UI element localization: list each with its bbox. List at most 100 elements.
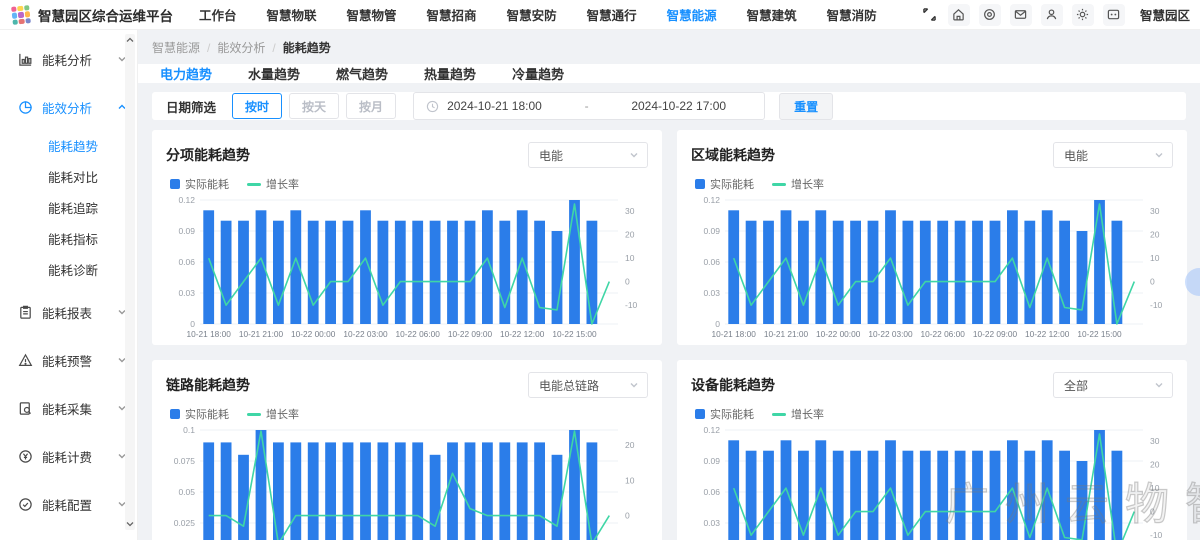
panel-title: 分项能耗趋势 <box>166 145 250 165</box>
chart-legend: 实际能耗 增长率 <box>170 406 648 422</box>
panel-region-energy-trend: 区域能耗趋势 电能 实际能耗 增长率 00.030.060.090.12-100… <box>677 130 1187 345</box>
chart-legend: 实际能耗 增长率 <box>695 176 1173 192</box>
sidebar-subitem-energy-diagnosis[interactable]: 能耗诊断 <box>0 256 137 287</box>
nav-item-fire[interactable]: 智慧消防 <box>827 5 877 24</box>
panel-device-energy-trend: 设备能耗趋势 全部 实际能耗 增长率 00.030.060.090.12-100… <box>677 360 1187 540</box>
breadcrumb-current: 能耗趋势 <box>283 39 331 56</box>
svg-text:20: 20 <box>1150 230 1160 240</box>
energy-type-select[interactable]: 电能 <box>528 142 648 168</box>
sidebar-scrollbar[interactable] <box>125 34 135 530</box>
legend-growth[interactable]: 增长率 <box>772 176 824 192</box>
home-icon[interactable] <box>948 4 970 26</box>
device-select[interactable]: 全部 <box>1053 372 1173 398</box>
reset-button[interactable]: 重置 <box>779 93 833 120</box>
card-icon[interactable] <box>1103 4 1125 26</box>
mode-by-day-button[interactable]: 按天 <box>289 93 339 119</box>
svg-text:0.09: 0.09 <box>703 226 720 236</box>
sidebar-item-energy-alert[interactable]: 能耗预警 <box>0 343 137 377</box>
medal-icon[interactable] <box>979 4 1001 26</box>
svg-text:10-22 03:00: 10-22 03:00 <box>868 329 913 339</box>
nav-item-access[interactable]: 智慧通行 <box>587 5 637 24</box>
sidebar-item-energy-report[interactable]: 能耗报表 <box>0 295 137 329</box>
legend-actual[interactable]: 实际能耗 <box>170 176 229 192</box>
legend-actual[interactable]: 实际能耗 <box>695 176 754 192</box>
legend-growth[interactable]: 增长率 <box>247 176 299 192</box>
sidebar-item-efficiency-analysis[interactable]: 能效分析 <box>0 90 137 124</box>
link-select[interactable]: 电能总链路 <box>528 372 648 398</box>
tenant-name[interactable]: 智慧园区 <box>1140 5 1190 24</box>
user-icon[interactable] <box>1041 4 1063 26</box>
breadcrumb-efficiency[interactable]: 能效分析 <box>217 39 265 56</box>
svg-text:10-22 00:00: 10-22 00:00 <box>291 329 336 339</box>
sidebar-item-energy-billing[interactable]: 能耗计费 <box>0 439 137 473</box>
breadcrumb-energy[interactable]: 智慧能源 <box>152 39 200 56</box>
svg-text:0.1: 0.1 <box>183 425 195 435</box>
mode-by-hour-button[interactable]: 按时 <box>232 93 282 119</box>
svg-text:0.09: 0.09 <box>703 456 720 466</box>
pie-chart-icon <box>18 99 34 115</box>
energy-type-select[interactable]: 电能 <box>1053 142 1173 168</box>
svg-text:10-21 18:00: 10-21 18:00 <box>712 329 757 339</box>
alert-icon <box>18 352 34 368</box>
mail-icon[interactable] <box>1010 4 1032 26</box>
tab-water-trend[interactable]: 水量趋势 <box>248 64 300 83</box>
svg-text:-10: -10 <box>625 300 638 310</box>
sidebar-item-energy-collect[interactable]: 能耗采集 <box>0 391 137 425</box>
nav-item-building[interactable]: 智慧建筑 <box>747 5 797 24</box>
panel-title: 设备能耗趋势 <box>691 375 775 395</box>
main-content: 智慧能源 / 能效分析 / 能耗趋势 电力趋势 水量趋势 燃气趋势 热量趋势 冷… <box>138 30 1200 540</box>
panel-title: 区域能耗趋势 <box>691 145 775 165</box>
svg-text:20: 20 <box>625 440 635 450</box>
sidebar-item-energy-analysis[interactable]: 能耗分析 <box>0 42 137 76</box>
sun-icon[interactable] <box>1072 4 1094 26</box>
svg-text:10: 10 <box>1150 483 1160 493</box>
sidebar-subitem-energy-trace[interactable]: 能耗追踪 <box>0 194 137 225</box>
config-icon <box>18 496 34 512</box>
nav-item-security[interactable]: 智慧安防 <box>507 5 557 24</box>
clock-icon <box>426 100 439 113</box>
fullscreen-icon[interactable] <box>921 6 939 24</box>
legend-actual[interactable]: 实际能耗 <box>695 406 754 422</box>
nav-item-property[interactable]: 智慧物管 <box>347 5 397 24</box>
sidebar-subitem-energy-trend[interactable]: 能耗趋势 <box>0 132 137 163</box>
svg-text:10-22 06:00: 10-22 06:00 <box>921 329 966 339</box>
svg-text:0.12: 0.12 <box>178 195 195 205</box>
svg-text:0.03: 0.03 <box>178 288 195 298</box>
nav-item-iot[interactable]: 智慧物联 <box>267 5 317 24</box>
tab-gas-trend[interactable]: 燃气趋势 <box>336 64 388 83</box>
svg-text:10-22 09:00: 10-22 09:00 <box>973 329 1018 339</box>
panel-subitem-energy-trend: 分项能耗趋势 电能 实际能耗 增长率 00.030.060.090.12-100… <box>152 130 662 345</box>
bar-line-chart: 00.030.060.090.12-10010203010-21 18:0010… <box>691 424 1173 540</box>
sidebar-subitem-energy-kpi[interactable]: 能耗指标 <box>0 225 137 256</box>
tab-heat-trend[interactable]: 热量趋势 <box>424 64 476 83</box>
svg-text:0.06: 0.06 <box>178 257 195 267</box>
legend-actual[interactable]: 实际能耗 <box>170 406 229 422</box>
svg-text:30: 30 <box>1150 206 1160 216</box>
date-range-picker[interactable]: 2024-10-21 18:00 - 2024-10-22 17:00 <box>413 92 765 120</box>
sidebar-subitem-energy-compare[interactable]: 能耗对比 <box>0 163 137 194</box>
bar-line-chart: 00.030.060.090.12-10010203010-21 18:0010… <box>691 194 1173 346</box>
mode-by-month-button[interactable]: 按月 <box>346 93 396 119</box>
svg-text:0.06: 0.06 <box>703 257 720 267</box>
svg-text:10-22 03:00: 10-22 03:00 <box>343 329 388 339</box>
breadcrumb: 智慧能源 / 能效分析 / 能耗趋势 <box>138 30 1200 64</box>
legend-growth[interactable]: 增长率 <box>772 406 824 422</box>
header-actions: 智慧园区 <box>921 4 1190 26</box>
scroll-down-icon <box>126 521 134 527</box>
range-start-value: 2024-10-21 18:00 <box>447 99 542 113</box>
tab-electric-trend[interactable]: 电力趋势 <box>160 64 212 83</box>
svg-text:0.09: 0.09 <box>178 226 195 236</box>
report-icon <box>18 304 34 320</box>
legend-growth[interactable]: 增长率 <box>247 406 299 422</box>
svg-text:0.025: 0.025 <box>174 518 196 528</box>
trend-tabs: 电力趋势 水量趋势 燃气趋势 热量趋势 冷量趋势 <box>138 64 1200 83</box>
date-filter-label: 日期筛选 <box>166 97 216 116</box>
scroll-up-icon <box>126 37 134 43</box>
chart-legend: 实际能耗 增长率 <box>695 406 1173 422</box>
sidebar-item-energy-config[interactable]: 能耗配置 <box>0 487 137 521</box>
svg-text:10-21 21:00: 10-21 21:00 <box>764 329 809 339</box>
nav-item-leasing[interactable]: 智慧招商 <box>427 5 477 24</box>
nav-item-workbench[interactable]: 工作台 <box>199 5 237 24</box>
tab-cool-trend[interactable]: 冷量趋势 <box>512 64 564 83</box>
nav-item-energy[interactable]: 智慧能源 <box>667 5 717 24</box>
